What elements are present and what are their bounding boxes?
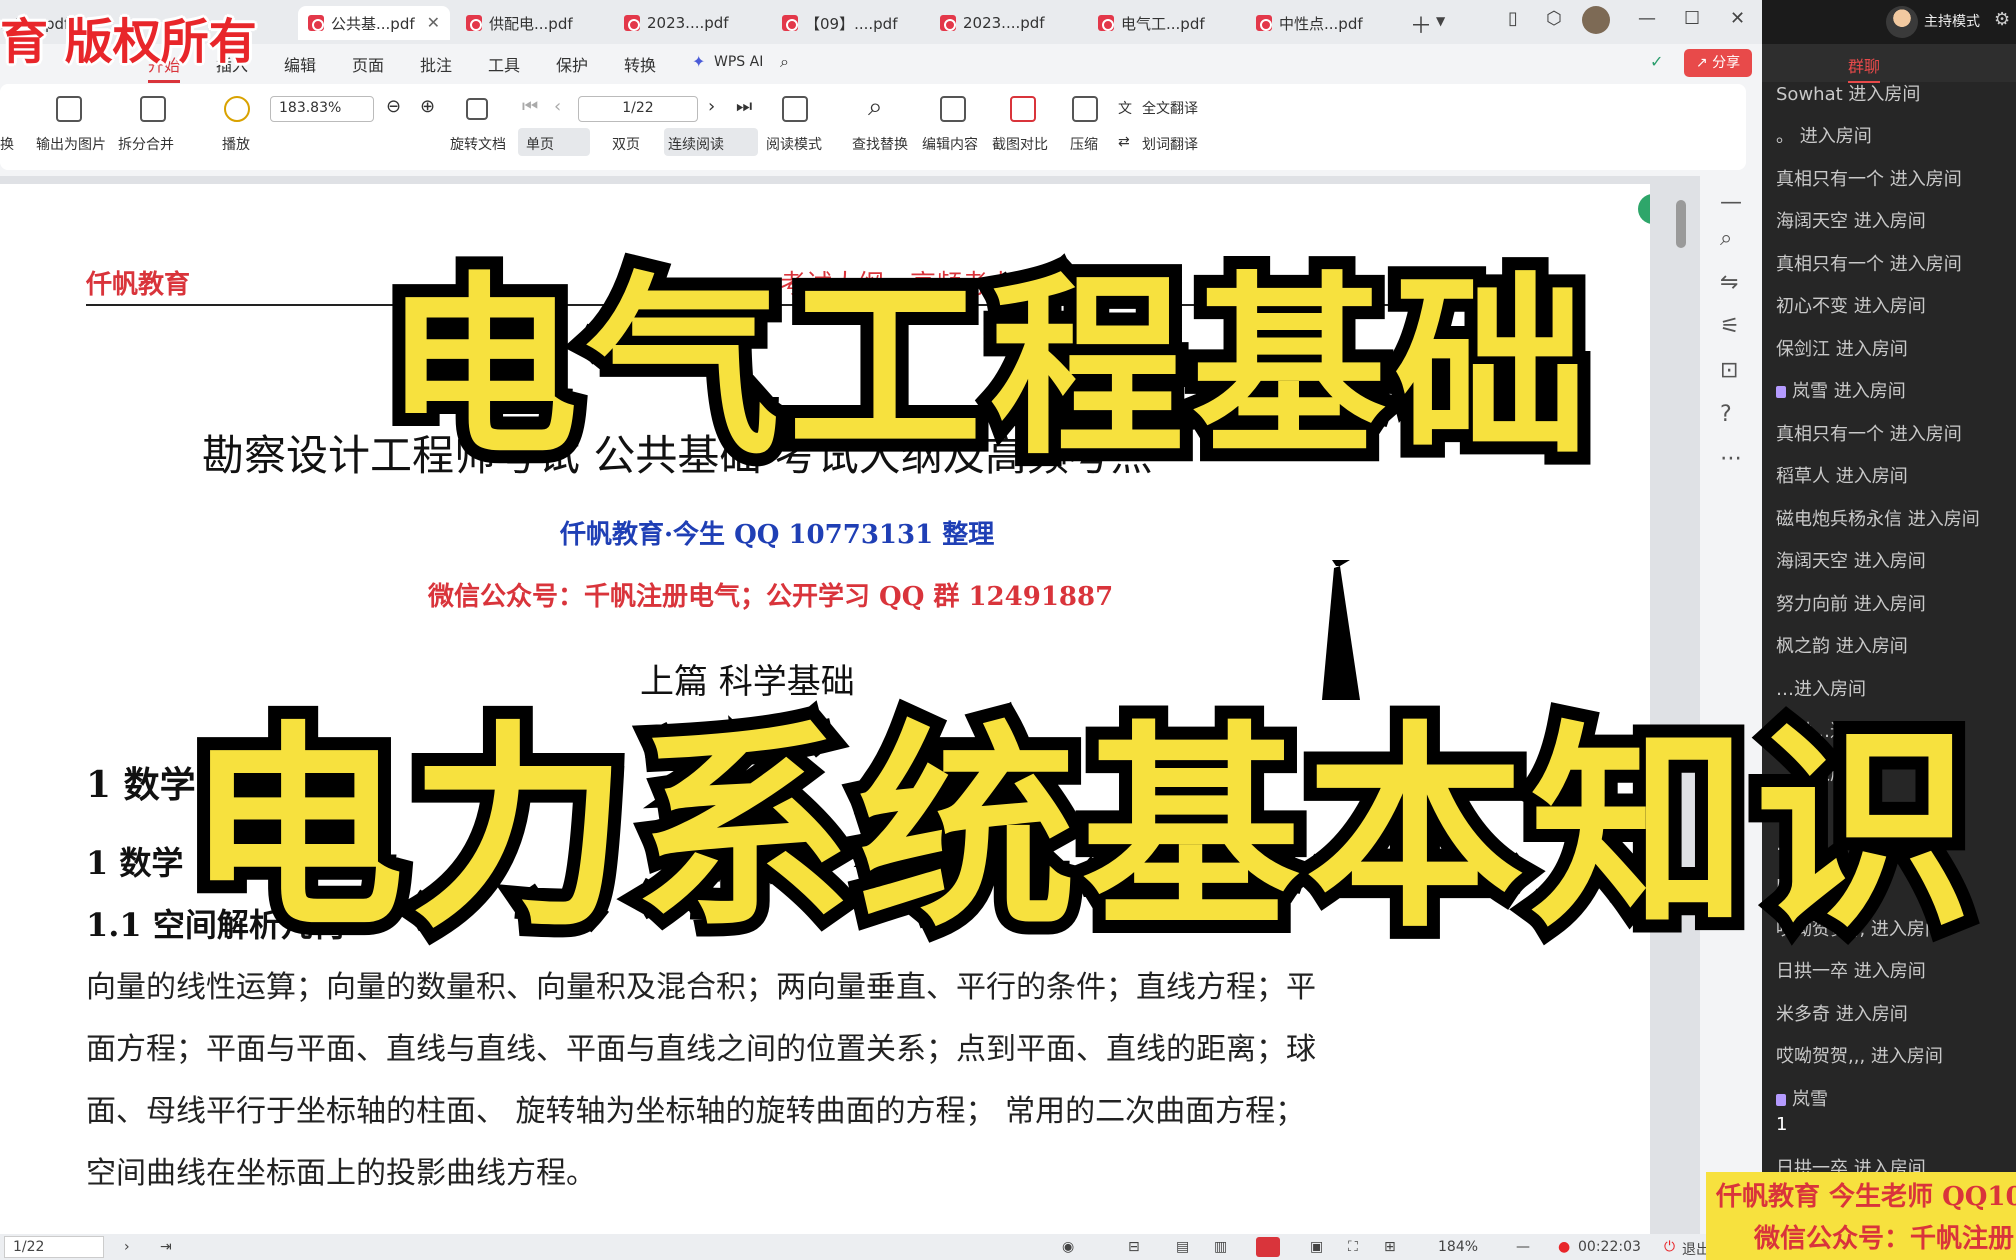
pointer-spike-shape (1322, 560, 1360, 700)
overlay-title-line-2: 电力系统基本知识 (173, 691, 1985, 970)
banner-line-1: 仟帆教育 今生老师 QQ10 (1716, 1182, 2016, 1212)
screen: …基…pdf 公共基...pdf ✕ 供配电...pdf 2023....pdf… (0, 0, 2016, 1260)
banner-line-2: 微信公众号：千帆注册 (1754, 1224, 2015, 1254)
contact-banner: 仟帆教育 今生老师 QQ10 微信公众号：千帆注册 (1706, 1172, 2016, 1260)
copyright-watermark: 育 版权所有 (0, 14, 257, 70)
overlay-title-line-1: 电气工程基础 (371, 242, 1601, 494)
